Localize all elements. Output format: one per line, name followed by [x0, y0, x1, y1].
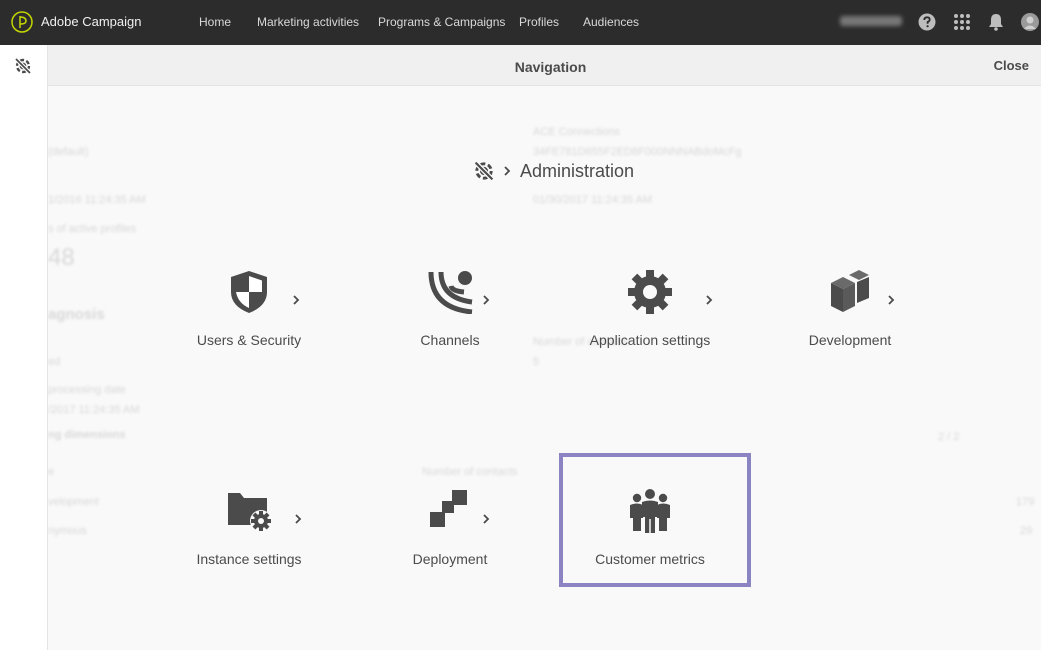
chevron-right-icon — [483, 514, 490, 524]
tile-label: Channels — [420, 332, 480, 348]
gear-icon — [628, 270, 672, 314]
bg-text: velopment — [48, 496, 99, 508]
avatar-icon[interactable] — [1021, 13, 1039, 31]
close-button[interactable]: Close — [994, 58, 1029, 73]
bg-text: 48 — [48, 244, 75, 271]
tile-label: Instance settings — [196, 551, 302, 567]
shield-icon — [231, 271, 267, 313]
tile-application-settings[interactable]: Application settings — [550, 270, 750, 380]
chevron-right-icon — [483, 295, 490, 305]
bg-text: ACE Connections — [533, 126, 620, 138]
notifications-bell-icon[interactable] — [988, 13, 1004, 31]
folder-gear-icon — [228, 493, 272, 532]
nav-profiles[interactable]: Profiles — [519, 15, 559, 29]
bg-text: s of active profiles — [48, 223, 137, 235]
bg-text: Number of contacts — [422, 466, 518, 478]
chevron-right-icon — [295, 514, 302, 524]
top-bar: Adobe Campaign Home Marketing activities… — [0, 0, 1041, 45]
channels-icon — [428, 271, 473, 314]
bg-text: agnosis — [48, 306, 105, 323]
nav-programs-campaigns[interactable]: Programs & Campaigns — [378, 15, 505, 29]
app-name[interactable]: Adobe Campaign — [41, 14, 141, 29]
bg-text: 29 — [1020, 525, 1033, 537]
tile-instance-settings[interactable]: Instance settings — [149, 489, 349, 599]
nav-marketing-activities[interactable]: Marketing activities — [257, 15, 359, 29]
chevron-right-icon — [888, 295, 895, 305]
tile-label: Users & Security — [196, 332, 302, 348]
administration-icon[interactable] — [13, 56, 33, 76]
bg-text: nymous — [48, 525, 87, 537]
tile-deployment[interactable]: Deployment — [350, 489, 550, 599]
chevron-right-icon — [293, 295, 300, 305]
bg-text: 2 / 2 — [938, 431, 960, 443]
tile-label: Development — [808, 332, 892, 348]
nav-audiences[interactable]: Audiences — [583, 15, 639, 29]
breadcrumb: Administration — [472, 158, 634, 184]
bg-text: ng dimensions — [48, 429, 126, 441]
tile-label: Application settings — [589, 332, 711, 348]
chevron-right-icon — [504, 166, 511, 176]
highlight-box — [559, 453, 751, 587]
bg-text: ed — [48, 356, 61, 368]
bg-text: e — [48, 466, 55, 478]
bg-text: /2017 11:24:35 AM — [48, 404, 140, 416]
chevron-right-icon — [706, 295, 713, 305]
adobe-campaign-logo-icon[interactable] — [11, 11, 33, 33]
breadcrumb-administration: Administration — [520, 160, 635, 181]
tile-development[interactable]: Development — [750, 270, 950, 380]
left-rail — [0, 45, 48, 650]
bg-text: 179 — [1016, 496, 1035, 508]
help-icon[interactable] — [918, 13, 936, 31]
apps-grid-icon[interactable] — [953, 13, 971, 31]
bg-text: processing date — [48, 384, 126, 396]
bg-text: (default) — [48, 146, 89, 158]
nav-home[interactable]: Home — [199, 15, 231, 29]
user-name-blurred[interactable] — [840, 16, 902, 26]
tile-label: Deployment — [412, 551, 488, 567]
navigation-header: Navigation Close — [48, 45, 1041, 86]
navigation-title: Navigation — [514, 59, 587, 75]
cubes-icon — [831, 270, 869, 312]
tile-channels[interactable]: Channels — [350, 270, 550, 380]
deployment-icon — [430, 490, 467, 527]
administration-icon[interactable] — [472, 159, 496, 183]
tile-users-security[interactable]: Users & Security — [149, 270, 349, 380]
bg-text: 34FE781D655F2ED8F000NNNABdoMcFg — [533, 146, 742, 158]
bg-text: 01/30/2017 11:24:35 AM — [533, 194, 653, 206]
bg-text: 1/2016 11:24:35 AM — [48, 194, 146, 206]
